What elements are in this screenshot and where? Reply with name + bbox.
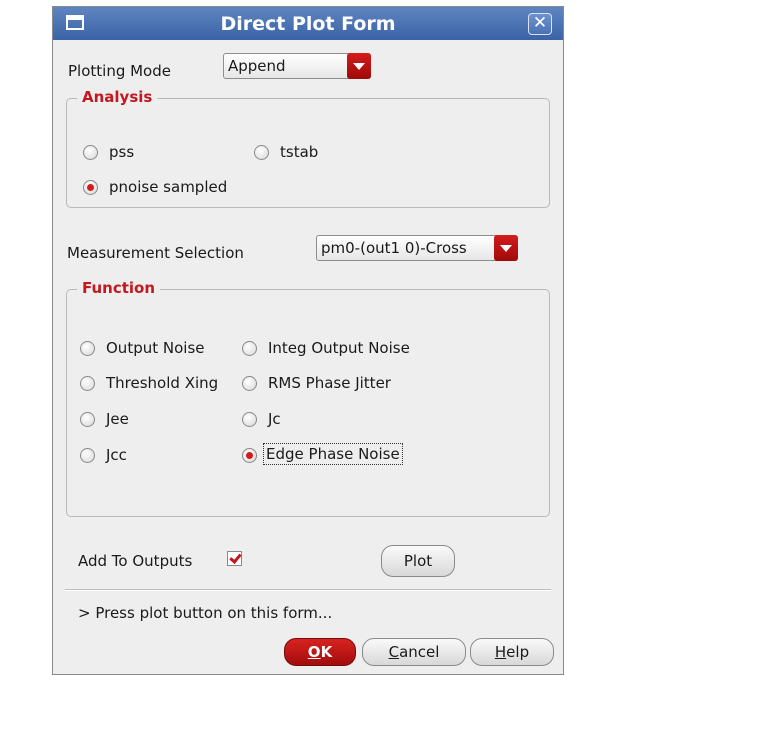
radio-jcc[interactable] bbox=[80, 448, 95, 463]
radio-jee[interactable] bbox=[80, 412, 95, 427]
radio-threshold-xing[interactable] bbox=[80, 376, 95, 391]
cancel-button[interactable]: Cancel bbox=[362, 638, 466, 666]
add-to-outputs-checkbox[interactable] bbox=[227, 551, 242, 566]
radio-output-noise[interactable] bbox=[80, 341, 95, 356]
radio-integ-output-noise[interactable] bbox=[242, 341, 257, 356]
plot-button[interactable]: Plot bbox=[381, 545, 455, 577]
radio-jcc-label[interactable]: Jcc bbox=[106, 446, 127, 464]
measurement-selection-label: Measurement Selection bbox=[67, 244, 244, 262]
chevron-down-icon[interactable] bbox=[494, 235, 518, 261]
radio-integ-output-noise-label[interactable]: Integ Output Noise bbox=[268, 339, 410, 357]
radio-pss-label[interactable]: pss bbox=[109, 143, 134, 161]
radio-jee-label[interactable]: Jee bbox=[106, 410, 129, 428]
status-message: > Press plot button on this form... bbox=[78, 604, 333, 622]
plotting-mode-dropdown[interactable]: Append bbox=[223, 53, 371, 79]
window-title: Direct Plot Form bbox=[220, 13, 396, 35]
measurement-selection-dropdown[interactable]: pm0-(out1 0)-Cross bbox=[316, 235, 518, 261]
radio-threshold-xing-label[interactable]: Threshold Xing bbox=[106, 374, 218, 392]
title-bar[interactable]: Direct Plot Form ✕ bbox=[53, 7, 563, 40]
direct-plot-form-dialog: Direct Plot Form ✕ Plotting Mode Append … bbox=[52, 6, 564, 675]
help-button[interactable]: Help bbox=[470, 638, 554, 666]
close-icon[interactable]: ✕ bbox=[528, 13, 552, 35]
plotting-mode-value: Append bbox=[228, 57, 286, 75]
radio-tstab-label[interactable]: tstab bbox=[280, 143, 318, 161]
radio-edge-phase-noise-label[interactable]: Edge Phase Noise bbox=[263, 443, 403, 465]
radio-jc-label[interactable]: Jc bbox=[268, 410, 281, 428]
chevron-down-icon[interactable] bbox=[347, 53, 371, 79]
radio-edge-phase-noise[interactable] bbox=[242, 448, 257, 463]
measurement-selection-value: pm0-(out1 0)-Cross bbox=[321, 239, 467, 257]
add-to-outputs-label: Add To Outputs bbox=[78, 552, 193, 570]
radio-pnoise-sampled[interactable] bbox=[83, 180, 98, 195]
radio-jc[interactable] bbox=[242, 412, 257, 427]
radio-pss[interactable] bbox=[83, 145, 98, 160]
radio-pnoise-sampled-label[interactable]: pnoise sampled bbox=[109, 178, 227, 196]
radio-tstab[interactable] bbox=[254, 145, 269, 160]
plotting-mode-label: Plotting Mode bbox=[68, 62, 171, 80]
divider bbox=[65, 589, 551, 591]
radio-output-noise-label[interactable]: Output Noise bbox=[106, 339, 204, 357]
radio-rms-phase-jitter-label[interactable]: RMS Phase Jitter bbox=[268, 374, 391, 392]
analysis-legend: Analysis bbox=[77, 88, 158, 106]
radio-rms-phase-jitter[interactable] bbox=[242, 376, 257, 391]
ok-button[interactable]: OK bbox=[284, 638, 356, 666]
function-group: Function bbox=[66, 279, 550, 517]
function-legend: Function bbox=[77, 279, 161, 297]
